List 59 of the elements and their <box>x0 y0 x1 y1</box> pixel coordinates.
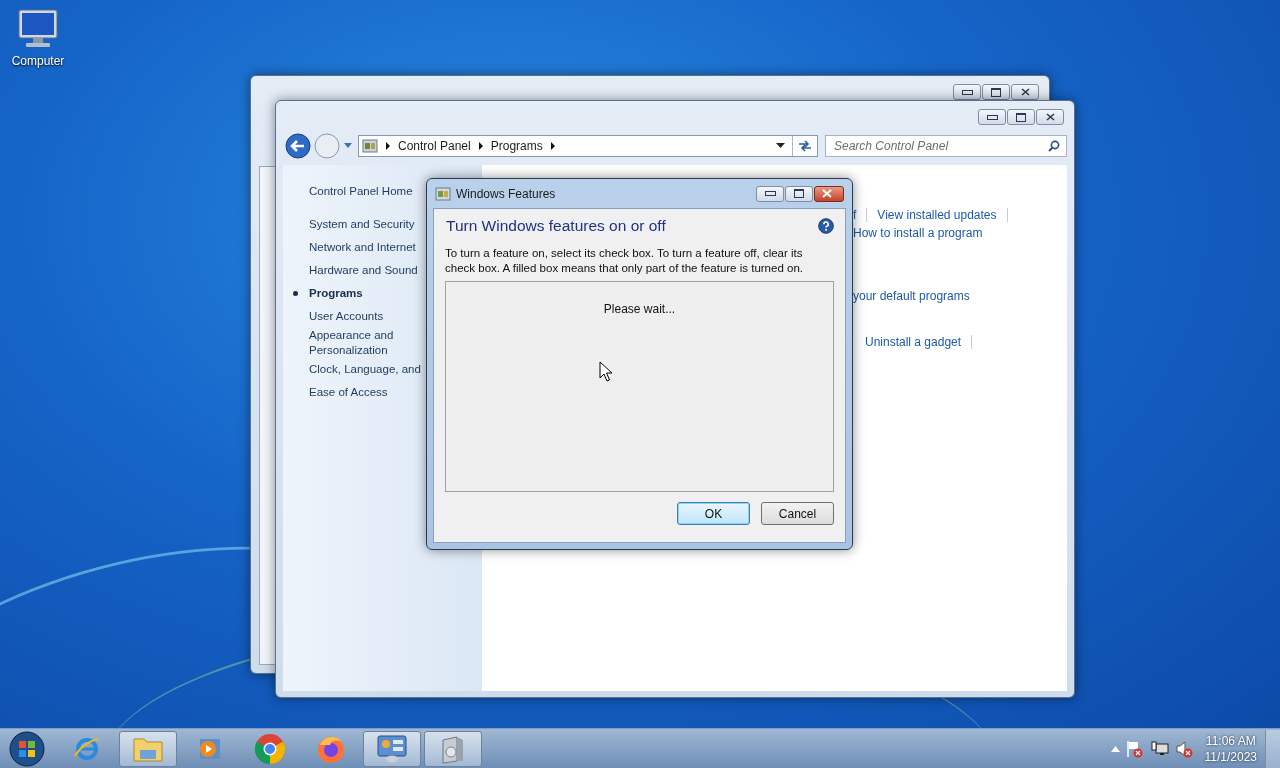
search-field[interactable]: Search Control Panel <box>825 135 1067 157</box>
chevron-icon <box>385 142 391 150</box>
nav-link[interactable]: Appearance and Personalization <box>309 328 423 358</box>
nav-link[interactable]: Control Panel Home <box>309 184 413 199</box>
link[interactable]: Uninstall a gadget <box>865 335 962 349</box>
breadcrumb-item[interactable]: Programs <box>490 139 543 153</box>
address-bar[interactable]: Control Panel Programs <box>358 135 818 157</box>
window-features-icon <box>435 185 451 202</box>
refresh-icon <box>797 139 813 153</box>
programs-taskbar-button[interactable] <box>424 730 482 767</box>
nav-link[interactable]: Clock, Language, and <box>309 362 421 377</box>
maximize-button[interactable] <box>785 185 813 202</box>
link[interactable]: View installed updates <box>877 208 997 222</box>
close-icon <box>822 189 832 198</box>
help-icon[interactable] <box>818 218 834 234</box>
start-button[interactable] <box>8 729 46 768</box>
chevron-icon <box>477 142 484 150</box>
status-text: Please wait... <box>603 302 676 316</box>
minimize-button[interactable] <box>953 84 981 100</box>
chevron-icon <box>549 142 556 150</box>
control-panel-icon <box>376 733 408 764</box>
breadcrumb-item[interactable]: Control Panel <box>398 139 471 153</box>
link[interactable]: your default programs <box>853 289 970 303</box>
minimize-button[interactable] <box>756 185 784 202</box>
close-button[interactable] <box>1036 109 1064 125</box>
close-icon <box>1020 88 1030 96</box>
caret-up-icon[interactable] <box>1110 745 1120 752</box>
feature-list[interactable]: Please wait... <box>445 281 834 492</box>
link[interactable]: How to install a program <box>853 226 983 240</box>
nav-link[interactable]: System and Security <box>309 217 415 232</box>
desktop-icon-label[interactable]: Computer <box>11 54 65 68</box>
computer-icon[interactable] <box>15 8 61 50</box>
mouse-pointer-icon <box>599 361 613 382</box>
close-button[interactable] <box>1011 84 1039 100</box>
chrome-logo-icon <box>254 732 286 765</box>
maximize-button[interactable] <box>982 84 1010 100</box>
speaker-muted-icon[interactable] <box>1174 738 1195 759</box>
dialog-heading: Turn Windows features on or off <box>446 217 666 235</box>
caret-icon[interactable] <box>776 143 785 149</box>
dialog-description: To turn a feature on, select its check box. To turn a feature off, clear its check box. A filled box means that only part of the feature is turned on. <box>445 246 804 276</box>
control-panel-taskbar-button[interactable] <box>363 730 421 767</box>
minimize-button[interactable] <box>978 109 1006 125</box>
nav-link[interactable]: Network and Internet <box>309 240 416 255</box>
search-icon <box>1048 140 1060 152</box>
close-button[interactable] <box>814 185 844 202</box>
back-button[interactable] <box>285 133 311 159</box>
nav-link[interactable]: User Accounts <box>309 309 384 324</box>
ok-button[interactable]: OK <box>677 502 750 525</box>
close-icon <box>1045 113 1055 121</box>
window-title: Windows Features <box>456 186 556 201</box>
nav-link[interactable]: Hardware and Sound <box>309 263 418 278</box>
explorer-taskbar-button[interactable] <box>119 730 177 767</box>
cancel-button[interactable]: Cancel <box>761 502 834 525</box>
nav-link[interactable]: Ease of Access <box>309 385 388 400</box>
maximize-button[interactable] <box>1007 109 1035 125</box>
control-panel-icon <box>362 138 378 154</box>
flag-warning-icon[interactable] <box>1124 738 1145 759</box>
link[interactable]: f <box>853 208 857 222</box>
nav-link[interactable]: Programs <box>309 286 363 301</box>
